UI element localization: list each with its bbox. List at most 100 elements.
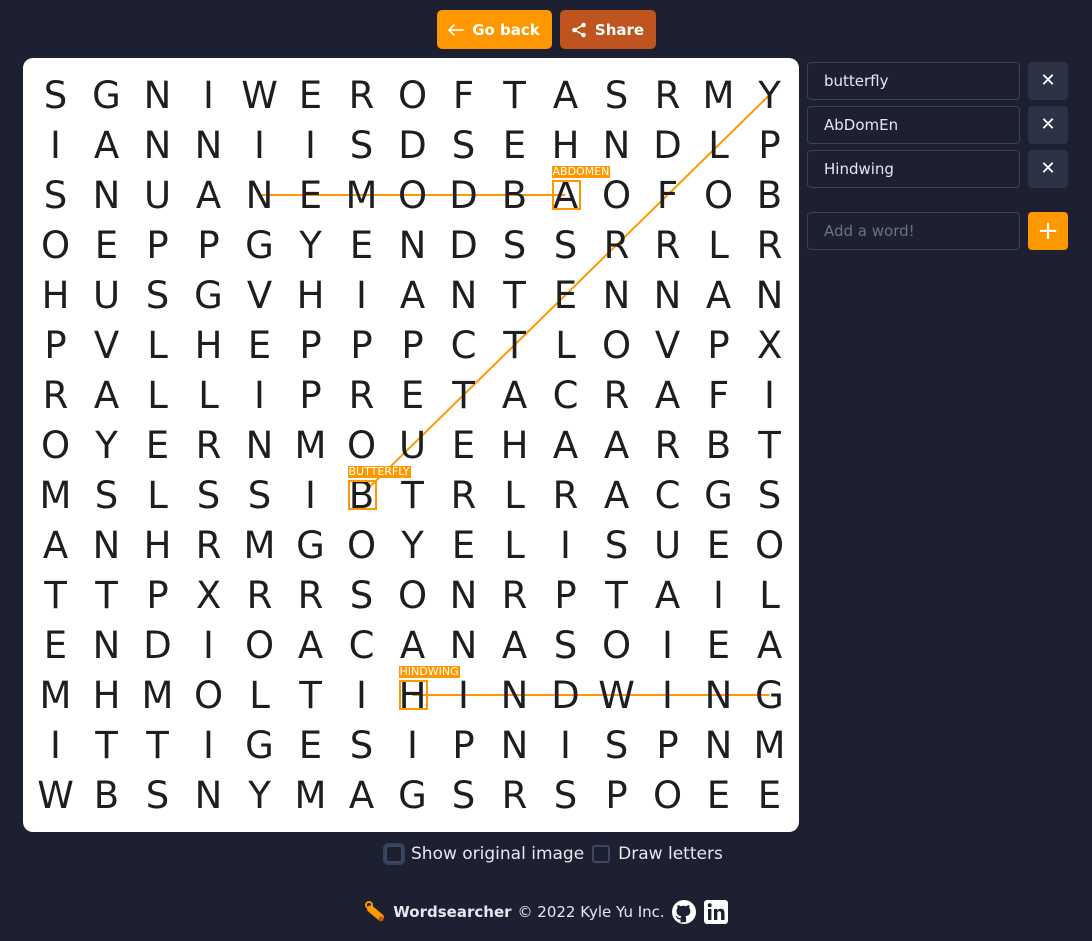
grid-cell: V [246,273,273,317]
grid-cell: I [305,473,316,517]
grid-cell: S [604,723,629,767]
word-row: AbDomEn ✕ [807,106,1070,144]
grid-cell: T [503,273,526,317]
grid-cell: P [146,223,169,267]
go-back-button[interactable]: Go back [436,10,552,49]
word-entry[interactable]: Hindwing [807,150,1020,188]
add-word-row: + [807,212,1070,250]
add-word-button[interactable]: + [1028,212,1068,250]
draw-letters-checkbox[interactable] [592,845,611,863]
word-entry[interactable]: butterfly [807,62,1020,100]
grid-cell: N [500,673,529,717]
grid-cell: L [504,473,525,517]
grid-cell: N [704,723,733,767]
grid-cell: P [401,323,424,367]
grid-cell: R [603,223,630,267]
grid-cell: O [40,223,71,267]
grid-cell: R [654,223,681,267]
share-label: Share [594,20,645,39]
grid-cell: H [143,523,172,567]
display-options: Show original image Draw letters [385,844,731,864]
grid-cell: V [93,323,120,367]
remove-word-button[interactable]: ✕ [1028,150,1068,188]
grid-cell: N [194,123,223,167]
draw-letters-option[interactable]: Draw letters [592,844,723,864]
puzzle-board[interactable]: SGNIWEROFTASRMYIANNIISDSEHNDLPSNUANEMODB… [23,58,799,832]
grid-cell: T [146,723,169,767]
grid-cell: O [346,423,377,467]
grid-cell: P [299,373,322,417]
grid-cell: S [145,773,170,817]
grid-cell: T [605,573,628,617]
grid-cell: Y [401,523,424,567]
wordsearcher-logo-icon [365,901,385,922]
grid-cell: A [195,173,222,217]
word-start-box [347,480,377,510]
grid-cell: A [348,773,375,817]
grid-cell: G [296,523,325,567]
grid-cell: Y [95,423,118,467]
grid-cell: N [245,173,274,217]
found-word-tag: HINDWING [398,665,460,678]
grid-cell: I [662,673,673,717]
grid-cell: D [143,623,172,667]
grid-cell: D [653,123,682,167]
grid-cell: E [298,173,323,217]
grid-cell: E [451,423,476,467]
grid-cell: A [399,623,426,667]
grid-cell: O [754,523,785,567]
grid-cell: I [50,723,61,767]
grid-cell: I [254,123,265,167]
show-original-option[interactable]: Show original image [385,844,584,864]
grid-cell: A [705,273,732,317]
brand-name: Wordsearcher [393,903,512,921]
grid-cell: I [254,373,265,417]
word-row: butterfly ✕ [807,62,1070,100]
grid-cell: I [203,623,214,667]
grid-cell: E [400,373,425,417]
grid-cell: A [93,123,120,167]
show-original-checkbox[interactable] [385,845,403,863]
word-entry[interactable]: AbDomEn [807,106,1020,144]
grid-cell: Y [299,223,322,267]
grid-cell: U [653,523,682,567]
grid-cell: M [294,773,327,817]
grid-cell: N [245,423,274,467]
linkedin-icon[interactable] [703,899,729,925]
share-button[interactable]: Share [559,10,656,49]
grid-cell: I [203,723,214,767]
grid-cell: T [758,423,781,467]
grid-cell: G [194,273,223,317]
grid-cell: P [554,573,577,617]
remove-word-button[interactable]: ✕ [1028,106,1068,144]
grid-cell: N [602,273,631,317]
grid-cell: S [451,773,476,817]
grid-cell: L [147,473,168,517]
grid-cell: E [247,323,272,367]
grid-cell: M [243,523,276,567]
grid-cell: I [407,723,418,767]
grid-cell: P [656,723,679,767]
draw-letters-label: Draw letters [618,844,723,864]
grid-cell: C [348,623,375,667]
grid-cell: G [92,73,121,117]
grid-cell: B [705,423,732,467]
github-icon[interactable] [671,899,697,925]
grid-cell: N [194,773,223,817]
remove-word-button[interactable]: ✕ [1028,62,1068,100]
grid-cell: S [553,773,578,817]
grid-cell: M [345,173,378,217]
grid-cell: O [601,323,632,367]
grid-cell: L [708,223,729,267]
grid-cell: R [501,573,528,617]
grid-cell: I [356,673,367,717]
grid-cell: R [552,473,579,517]
arrow-left-icon [448,23,465,36]
show-original-label: Show original image [411,844,585,864]
grid-cell: A [654,573,681,617]
grid-cell: R [348,373,375,417]
grid-cell: R [603,373,630,417]
word-list-panel: butterfly ✕ AbDomEn ✕ Hindwing ✕ + [807,62,1070,250]
add-word-input[interactable] [807,212,1020,250]
grid-cell: A [501,373,528,417]
